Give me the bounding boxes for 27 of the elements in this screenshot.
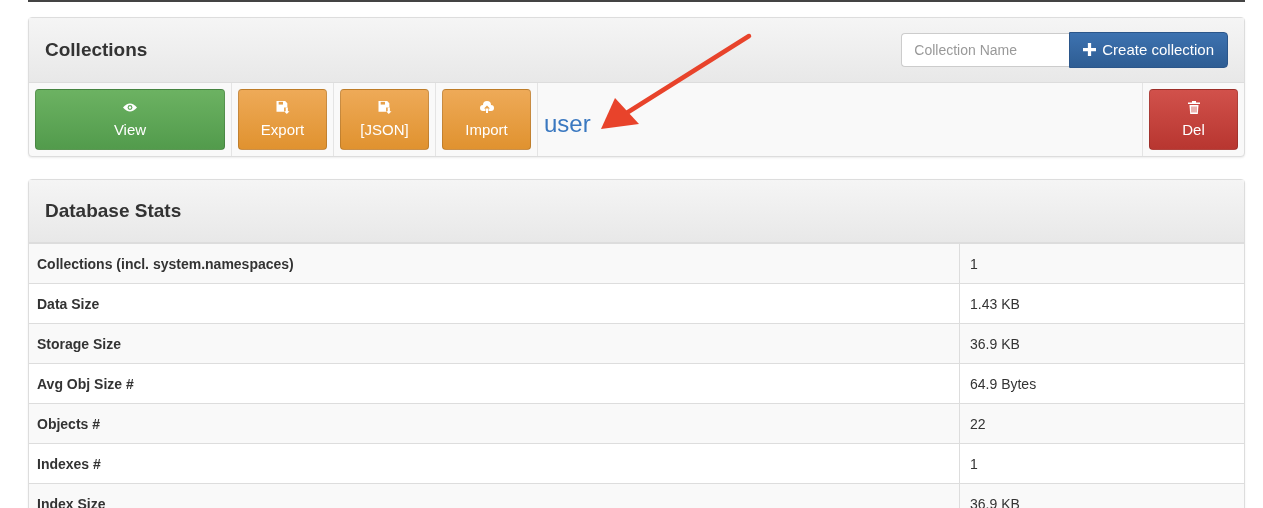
save-icon xyxy=(377,101,392,114)
plus-icon xyxy=(1083,43,1097,56)
panel-title: Collections xyxy=(45,39,148,61)
action-button[interactable]: View xyxy=(35,89,225,150)
table-cell-text: 1 xyxy=(969,454,979,474)
create-collection-button[interactable]: Create collection xyxy=(1069,31,1228,68)
table-cell: Collections (incl. system.namespaces) xyxy=(29,244,960,283)
delete-button[interactable]: Del xyxy=(1149,89,1238,150)
table-cell-text: 36.9 KB xyxy=(969,494,1021,508)
collection-name-link[interactable]: user xyxy=(544,109,591,138)
action-button[interactable]: Export xyxy=(238,89,327,150)
table-cell-text: 1 xyxy=(969,254,979,274)
table-cell: Objects # xyxy=(29,404,960,443)
table-cell-text: 22 xyxy=(969,414,987,434)
table-cell-text: 64.9 Bytes xyxy=(969,374,1038,394)
collection-name-field[interactable]: Collection Name xyxy=(901,32,1070,67)
table-cell: Storage Size xyxy=(29,324,960,363)
panel-title: Database Stats xyxy=(45,200,182,222)
table-cell-text: 1.43 KB xyxy=(969,294,1021,314)
action-button[interactable]: [JSON] xyxy=(340,89,429,150)
cloud-upload-icon xyxy=(479,101,494,114)
table-cell-text: 36.9 KB xyxy=(969,334,1021,354)
save-icon xyxy=(275,101,290,114)
eye-icon xyxy=(123,101,137,114)
action-button[interactable]: Import xyxy=(442,89,531,150)
table-cell: Index Size xyxy=(29,484,960,508)
trash-icon xyxy=(1186,101,1201,114)
